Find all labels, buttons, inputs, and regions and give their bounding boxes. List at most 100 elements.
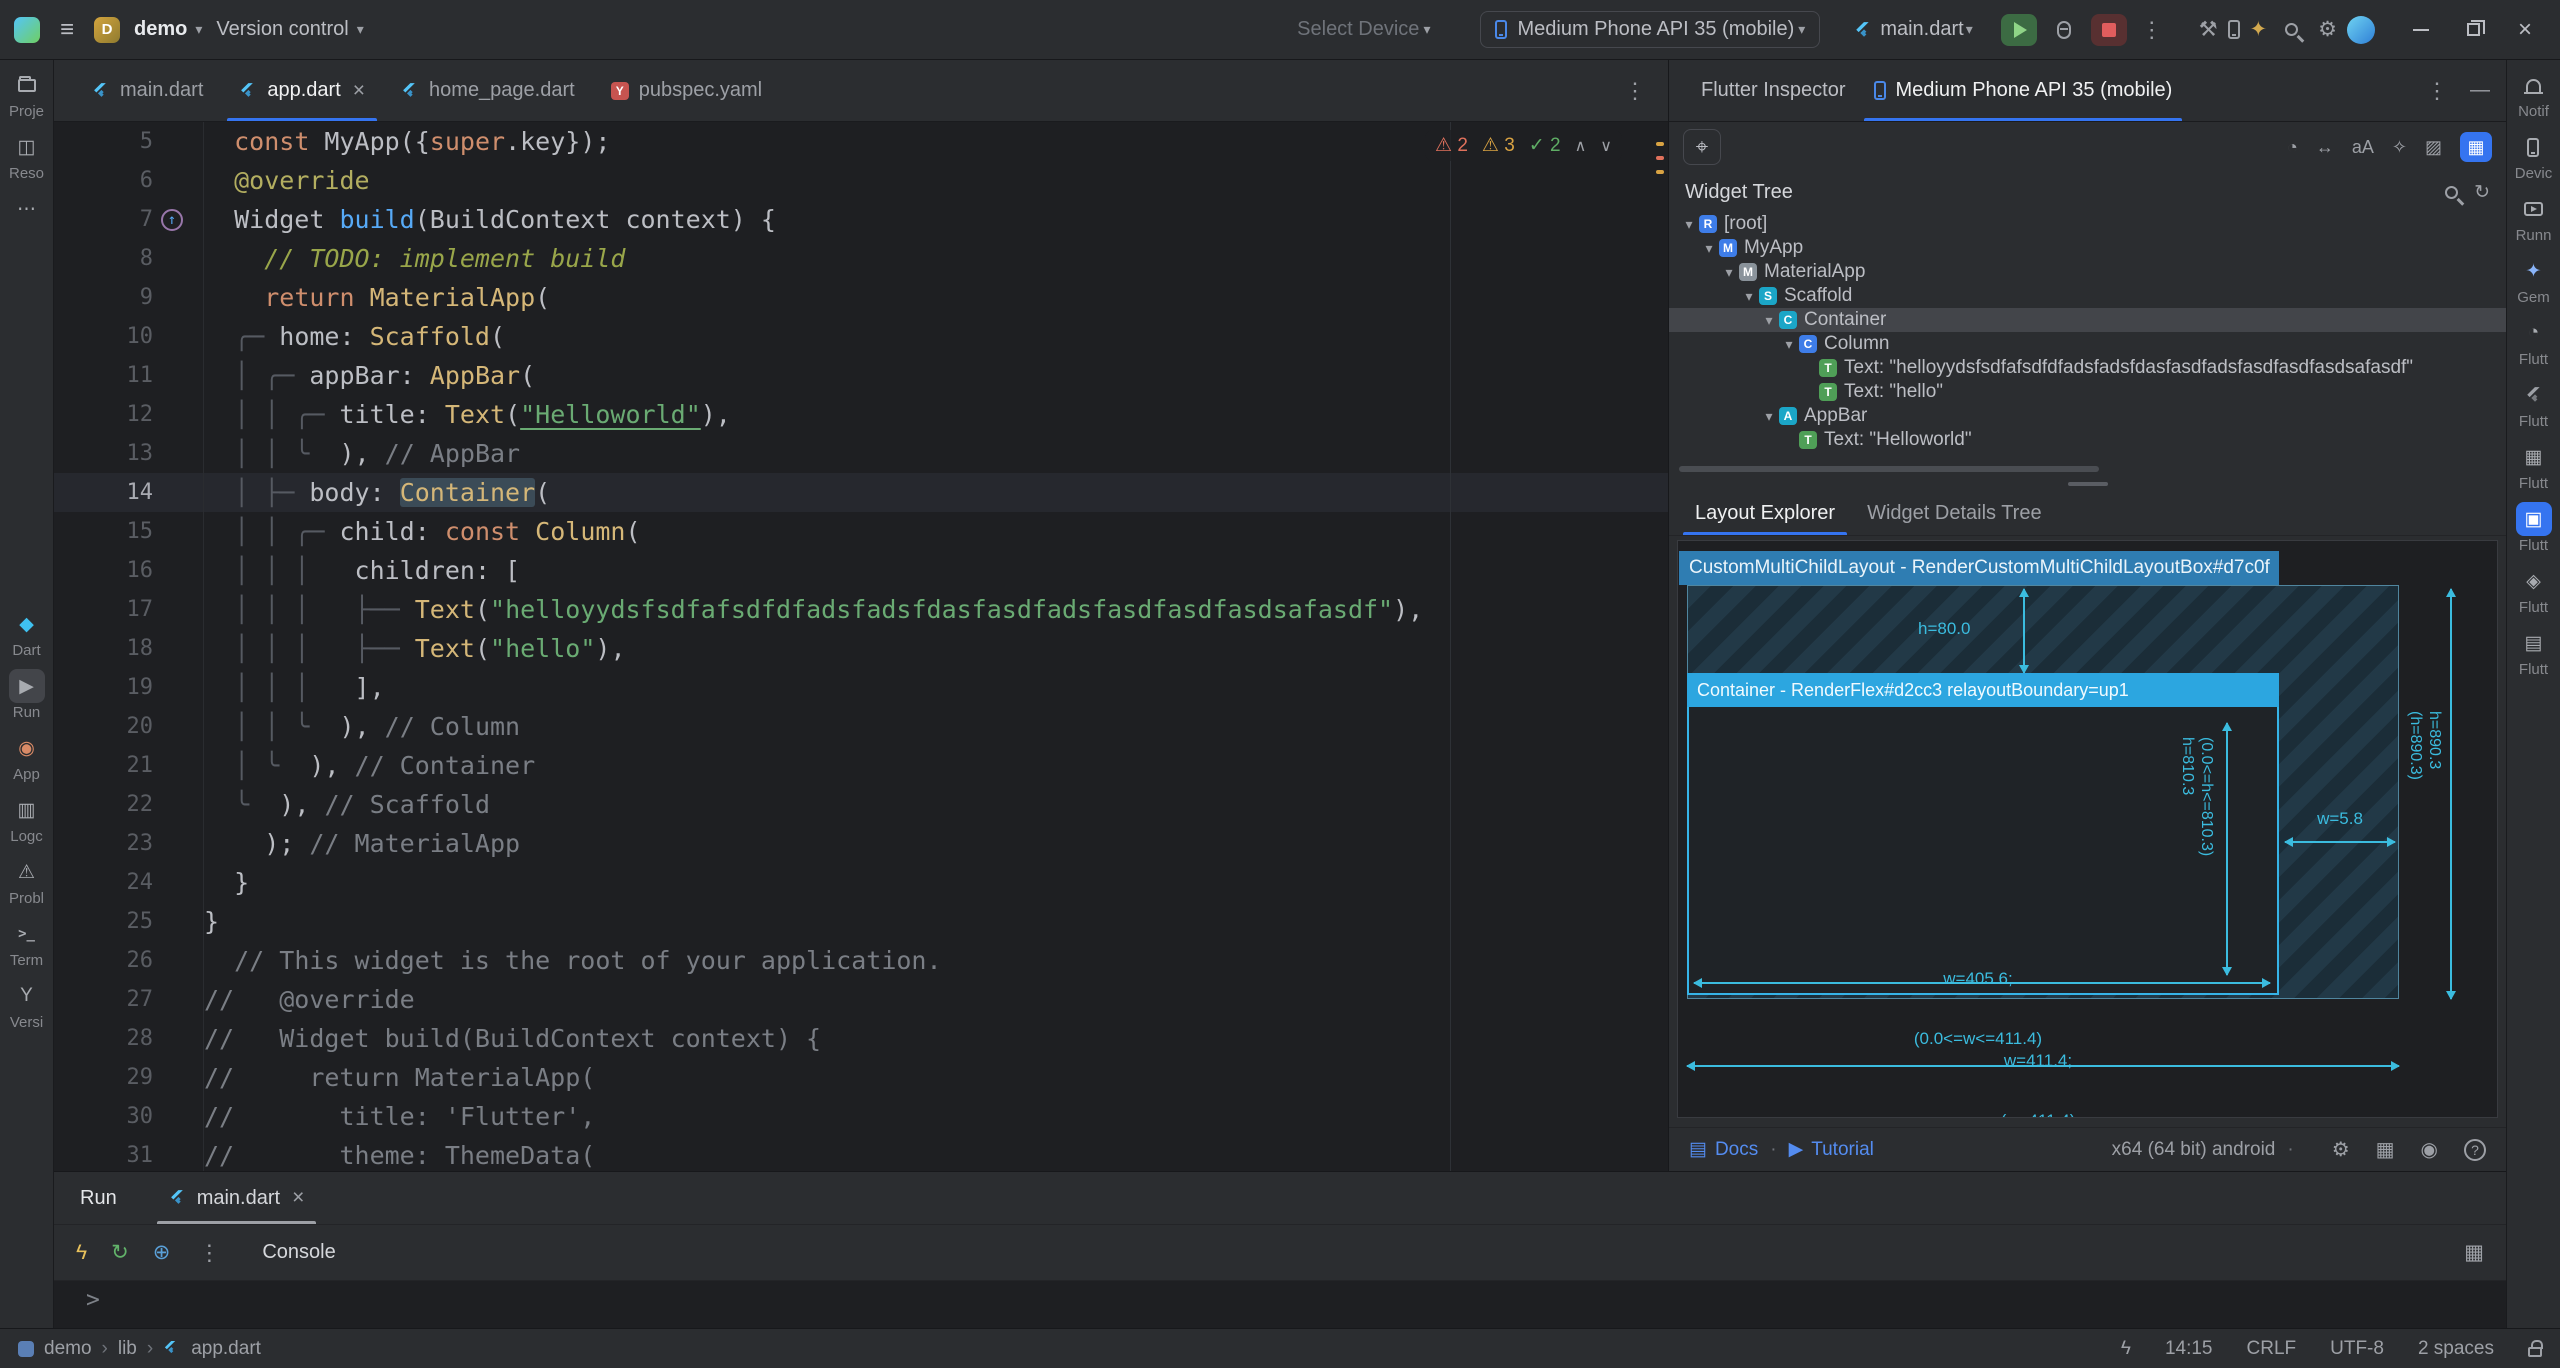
code-editor[interactable]: 567↑891011121314151617181920212223242526… xyxy=(54,122,1668,1171)
tool-stripe-run[interactable]: ▶Run xyxy=(9,669,45,721)
code-line-22[interactable]: ╰ ), // Scaffold xyxy=(204,785,1668,824)
warning-badge[interactable]: ⚠ 3 xyxy=(1482,134,1515,157)
tool-stripe-project[interactable]: Proje xyxy=(9,68,45,120)
write-access-icon[interactable] xyxy=(2528,1347,2542,1357)
expand-chevron-icon[interactable]: ▾ xyxy=(1759,312,1779,329)
main-menu-icon[interactable]: ≡ xyxy=(54,16,80,44)
stop-button[interactable] xyxy=(2091,14,2127,46)
code-line-17[interactable]: │ │ │ ├── Text("helloyydsfsdfafsdfdfadsf… xyxy=(204,590,1668,629)
close-button[interactable]: × xyxy=(2504,10,2546,50)
tool-stripe-flutter-tool-2[interactable]: ▦Flutt xyxy=(2516,440,2552,492)
outer-widget-header[interactable]: CustomMultiChildLayout - RenderCustomMul… xyxy=(1679,551,2279,585)
expand-chevron-icon[interactable]: ▾ xyxy=(1699,240,1719,257)
invert-images-icon[interactable]: ✧ xyxy=(2392,137,2407,158)
user-avatar[interactable] xyxy=(2347,16,2375,44)
device-manager-icon[interactable] xyxy=(2228,20,2240,39)
search-tree-icon[interactable] xyxy=(2445,186,2458,199)
close-tab-icon[interactable]: × xyxy=(292,1186,304,1210)
code-line-25[interactable]: } xyxy=(204,902,1668,941)
code-line-26[interactable]: // This widget is the root of your appli… xyxy=(204,941,1668,980)
tool-stripe-flutter-attach[interactable]: ◈Flutt xyxy=(2516,564,2552,616)
editor-tab-home-page-dart[interactable]: home_page.dart xyxy=(383,60,593,121)
editor-code-area[interactable]: const MyApp({super.key}); @override Widg… xyxy=(204,122,1668,1171)
show-guidelines-icon[interactable]: ↔ xyxy=(2316,137,2334,158)
code-line-20[interactable]: │ │ ╰ ), // Column xyxy=(204,707,1668,746)
indent-setting[interactable]: 2 spaces xyxy=(2418,1338,2494,1360)
console-label[interactable]: Console xyxy=(262,1241,335,1264)
more-icon[interactable]: ⋮ xyxy=(194,1240,224,1266)
tree-node-appbar[interactable]: ▾AAppBar xyxy=(1669,404,2506,428)
inspector-settings-button[interactable]: ▦ xyxy=(2460,132,2492,162)
settings-gear-icon[interactable]: ⚙ xyxy=(2318,17,2337,42)
vcs-widget[interactable]: Version control xyxy=(216,18,348,41)
chevron-down-icon[interactable]: ▾ xyxy=(1966,21,1973,38)
editor-tab-main-dart[interactable]: main.dart xyxy=(74,60,221,121)
highlight-repaints-icon[interactable]: ▨ xyxy=(2425,137,2442,158)
report-bug-icon[interactable]: ◉ xyxy=(2421,1137,2438,1162)
console-output[interactable]: > xyxy=(54,1280,2506,1328)
code-line-18[interactable]: │ │ │ ├── Text("hello"), xyxy=(204,629,1668,668)
tab-options-icon[interactable]: ⋮ xyxy=(1620,78,1650,104)
chevron-down-icon[interactable]: ▾ xyxy=(1798,21,1805,38)
code-line-12[interactable]: │ │ ╭─ title: Text("Helloworld"), xyxy=(204,395,1668,434)
tool-stripe-flutter-tool-1[interactable]: Flutt xyxy=(2516,378,2552,430)
restore-button[interactable] xyxy=(2453,10,2494,50)
tool-stripe-running-devices[interactable]: Runn xyxy=(2516,192,2552,244)
tool-stripe-flutter-performance[interactable]: ◔Flutt xyxy=(2516,316,2552,368)
code-line-15[interactable]: │ │ ╭─ child: const Column( xyxy=(204,512,1668,551)
tab-flutter-inspector[interactable]: Flutter Inspector xyxy=(1687,60,1860,121)
open-devtools-icon[interactable]: ⊕ xyxy=(153,1240,171,1265)
gemini-icon[interactable]: ✦ xyxy=(2250,17,2268,42)
expand-chevron-icon[interactable]: ▾ xyxy=(1759,408,1779,425)
tool-stripe-device-manager[interactable]: Devic xyxy=(2515,130,2553,182)
code-line-27[interactable]: // @override xyxy=(204,980,1668,1019)
expand-chevron-icon[interactable]: ▾ xyxy=(1679,216,1699,233)
panel-splitter[interactable] xyxy=(1669,476,2506,492)
run-tab-main-dart[interactable]: main.dart × xyxy=(153,1172,321,1224)
code-line-6[interactable]: @override xyxy=(204,161,1668,200)
breadcrumb-file[interactable]: app.dart xyxy=(191,1338,261,1360)
docs-link[interactable]: ▤ Docs xyxy=(1689,1138,1758,1161)
container-widget-header[interactable]: Container - RenderFlex#d2cc3 relayoutBou… xyxy=(1687,673,2279,707)
expand-chevron-icon[interactable]: ▾ xyxy=(1739,288,1759,305)
chevron-down-icon[interactable]: ▾ xyxy=(1423,21,1430,38)
tab-widget-details-tree[interactable]: Widget Details Tree xyxy=(1851,492,2058,535)
line-ending[interactable]: CRLF xyxy=(2247,1338,2297,1360)
editor-tab-app-dart[interactable]: app.dart × xyxy=(221,60,383,121)
next-problem-icon[interactable]: ∨ xyxy=(1600,136,1612,156)
code-line-10[interactable]: ╭─ home: Scaffold( xyxy=(204,317,1668,356)
device-selector[interactable]: Medium Phone API 35 (mobile) ▾ xyxy=(1480,11,1820,48)
chevron-down-icon[interactable]: ▾ xyxy=(357,21,364,38)
code-line-28[interactable]: // Widget build(BuildContext context) { xyxy=(204,1019,1668,1058)
run-button[interactable] xyxy=(2001,14,2037,46)
project-selector[interactable]: demo xyxy=(134,18,187,41)
tutorial-link[interactable]: ▶ Tutorial xyxy=(1789,1138,1874,1161)
prev-problem-icon[interactable]: ∧ xyxy=(1575,136,1587,156)
tool-stripe-terminal[interactable]: >_Term xyxy=(9,917,45,969)
hot-restart-icon[interactable]: ↻ xyxy=(111,1240,129,1265)
code-line-23[interactable]: ); // MaterialApp xyxy=(204,824,1668,863)
code-line-8[interactable]: // TODO: implement build xyxy=(204,239,1668,278)
code-line-16[interactable]: │ │ │ children: [ xyxy=(204,551,1668,590)
tool-stripe-version-control[interactable]: YVersi xyxy=(9,979,45,1031)
more-actions-icon[interactable]: ⋮ xyxy=(2137,17,2167,43)
chevron-down-icon[interactable]: ▾ xyxy=(195,21,202,38)
tree-node-text[interactable]: TText: "Helloworld" xyxy=(1669,428,2506,452)
tool-stripe-notifications[interactable]: Notif xyxy=(2516,68,2552,120)
refresh-tree-icon[interactable]: ↻ xyxy=(2474,181,2490,204)
select-device-dropdown[interactable]: Select Device xyxy=(1297,18,1419,41)
breadcrumb-project[interactable]: demo xyxy=(44,1338,92,1360)
tree-node-column[interactable]: ▾CColumn xyxy=(1669,332,2506,356)
help-icon[interactable]: ? xyxy=(2464,1139,2486,1161)
tool-stripe-logcat[interactable]: ▥Logc xyxy=(9,793,45,845)
tool-stripe-gemini[interactable]: ✦Gem xyxy=(2516,254,2552,306)
tool-stripe-flutter-inspector[interactable]: ▣Flutt xyxy=(2516,502,2552,554)
background-task-icon[interactable]: ϟ xyxy=(2121,1338,2131,1360)
panel-options-icon[interactable]: ⋮ xyxy=(2422,78,2452,104)
tool-stripe-app-quality-insights[interactable]: ◉App xyxy=(9,731,45,783)
tool-stripe-dart-analysis[interactable]: ◆Dart xyxy=(9,607,45,659)
tree-node-root[interactable]: ▾R[root] xyxy=(1669,212,2506,236)
caret-position[interactable]: 14:15 xyxy=(2165,1338,2213,1360)
debug-button[interactable] xyxy=(2057,21,2071,39)
code-line-11[interactable]: │ ╭─ appBar: AppBar( xyxy=(204,356,1668,395)
